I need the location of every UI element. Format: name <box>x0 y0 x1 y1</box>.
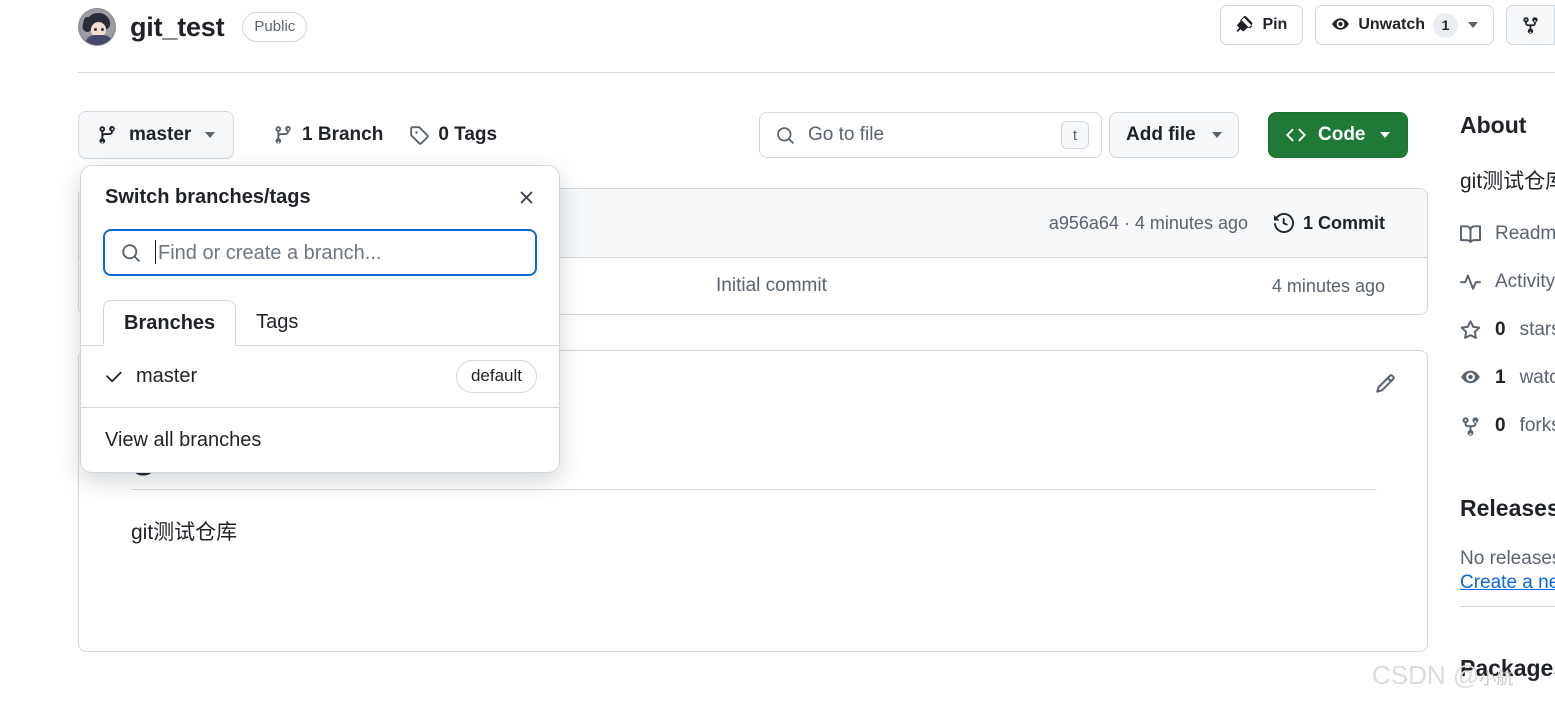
about-sidebar: About git测试仓库 Readme Activity 0 stars <box>1460 112 1555 463</box>
sidebar-item-label: watching <box>1519 367 1555 388</box>
about-title: About <box>1460 112 1527 138</box>
search-icon <box>121 243 141 263</box>
sidebar-item-label: Activity <box>1495 271 1555 292</box>
fork-icon <box>1460 416 1481 437</box>
close-icon[interactable] <box>512 183 541 212</box>
page-title[interactable]: git_test <box>130 12 225 43</box>
add-file-button[interactable]: Add file <box>1109 112 1239 158</box>
packages-section: Packages <box>1460 655 1555 703</box>
branch-search-input[interactable]: Find or create a branch... <box>103 229 537 276</box>
code-button[interactable]: Code <box>1268 112 1408 158</box>
search-icon <box>776 126 795 145</box>
default-branch-badge: default <box>455 360 537 393</box>
branch-search-placeholder-text: Find or create a branch... <box>158 242 382 264</box>
pin-button-label: Pin <box>1262 16 1288 33</box>
unwatch-button-label: Unwatch <box>1358 16 1425 33</box>
sidebar-item-label: Readme <box>1495 223 1555 244</box>
releases-title: Releases <box>1460 495 1555 521</box>
header-actions: Pin Unwatch 1 <box>1220 5 1555 45</box>
repo-header: git_test Public Pin Unwatch 1 <box>0 0 1555 73</box>
fork-button[interactable] <box>1506 5 1555 45</box>
readme-divider <box>131 489 1377 490</box>
about-description: git测试仓库 <box>1460 170 1555 193</box>
branch-panel-tabs: Branches Tags <box>81 300 559 346</box>
edit-readme-pencil-icon[interactable] <box>1375 373 1396 399</box>
sidebar-item-activity[interactable]: Activity <box>1460 271 1555 293</box>
eye-icon <box>1331 16 1350 35</box>
branch-count-label: 1 Branch <box>302 124 384 145</box>
sidebar-forks-count: 0 <box>1495 415 1506 436</box>
check-icon <box>105 367 124 386</box>
pin-button[interactable]: Pin <box>1220 5 1304 45</box>
pulse-icon <box>1460 272 1481 293</box>
view-all-branches-link[interactable]: View all branches <box>81 408 559 472</box>
repo-toolbar: master 1 Branch 0 Tags Go to file t Add … <box>78 111 1428 159</box>
list-item[interactable]: master default <box>81 346 559 408</box>
branch-panel-title: Switch branches/tags <box>105 186 311 208</box>
visibility-badge: Public <box>242 12 308 42</box>
add-file-label: Add file <box>1126 124 1196 145</box>
sidebar-item-label: stars <box>1519 319 1555 340</box>
branch-item-name: master <box>136 365 198 387</box>
text-caret <box>155 240 156 264</box>
tag-icon <box>409 125 430 145</box>
commit-count-link[interactable]: 1 Commit <box>1273 212 1385 234</box>
chevron-down-icon <box>1211 132 1222 138</box>
commit-count-label: 1 Commit <box>1302 212 1385 233</box>
commit-sha-and-time[interactable]: a956a64 · 4 minutes ago <box>1049 213 1248 234</box>
tab-tags[interactable]: Tags <box>236 299 318 345</box>
go-to-file-placeholder: Go to file <box>808 124 885 145</box>
sidebar-stars-count: 0 <box>1495 319 1506 340</box>
sidebar-divider <box>1460 606 1555 607</box>
sidebar-item-forks[interactable]: 0 forks <box>1460 415 1555 437</box>
branch-search-wrap: Find or create a branch... <box>81 229 559 300</box>
github-repo-page: git_test Public Pin Unwatch 1 master 1 B… <box>0 0 1555 703</box>
file-commit-age: 4 minutes ago <box>1271 275 1385 296</box>
branch-icon <box>273 125 293 145</box>
releases-empty-text: No releases published <box>1460 548 1555 569</box>
chevron-down-icon <box>1379 132 1390 138</box>
header-divider <box>78 72 1555 73</box>
file-search-shortcut-key: t <box>1061 121 1089 149</box>
user-avatar[interactable] <box>78 8 116 46</box>
watch-count: 1 <box>1433 12 1458 38</box>
book-icon <box>1460 224 1482 245</box>
readme-paragraph: git测试仓库 <box>131 521 238 544</box>
file-commit-message[interactable]: Initial commit <box>716 275 827 297</box>
branch-selector-button[interactable]: master <box>78 111 235 159</box>
pin-icon <box>1236 16 1254 34</box>
branch-search-placeholder: Find or create a branch... <box>155 240 381 265</box>
releases-section: Releases No releases published Create a … <box>1460 495 1555 633</box>
eye-icon <box>1460 368 1481 389</box>
sidebar-watching-count: 1 <box>1495 367 1506 388</box>
unwatch-button[interactable]: Unwatch 1 <box>1315 5 1494 45</box>
branch-icon <box>97 125 117 145</box>
repo-meta-links: 1 Branch 0 Tags <box>273 111 497 159</box>
code-icon <box>1286 125 1306 145</box>
packages-title: Packages <box>1460 655 1555 681</box>
tag-count-link[interactable]: 0 Tags <box>409 124 497 146</box>
sidebar-item-label: forks <box>1519 415 1555 436</box>
code-button-label: Code <box>1318 124 1366 145</box>
branch-count-link[interactable]: 1 Branch <box>273 124 383 146</box>
branch-switch-panel: Switch branches/tags Find or create a br… <box>80 165 560 473</box>
chevron-down-icon <box>1468 22 1478 28</box>
sidebar-item-readme[interactable]: Readme <box>1460 223 1555 245</box>
sidebar-item-watching[interactable]: 1 watching <box>1460 367 1555 389</box>
branch-selector-label: master <box>129 124 192 145</box>
create-release-link[interactable]: Create a new release <box>1460 572 1555 593</box>
branch-panel-header: Switch branches/tags <box>81 166 559 229</box>
tag-count-label: 0 Tags <box>438 124 498 145</box>
history-icon <box>1273 212 1294 234</box>
star-icon <box>1460 319 1481 341</box>
fork-icon <box>1521 16 1540 35</box>
tab-branches[interactable]: Branches <box>103 300 237 346</box>
chevron-down-icon <box>205 132 216 138</box>
repo-title-group: git_test Public <box>78 8 308 46</box>
sidebar-item-stars[interactable]: 0 stars <box>1460 319 1555 341</box>
go-to-file-search[interactable]: Go to file t <box>759 112 1102 158</box>
